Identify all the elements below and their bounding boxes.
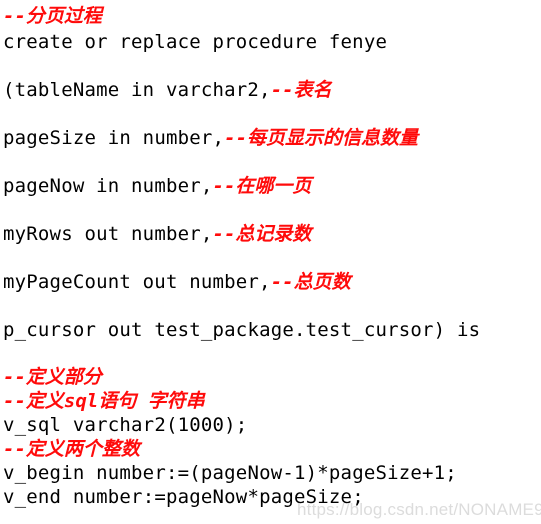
code-line: (tableName in varchar2,--表名 <box>3 79 332 101</box>
code-token-identifier: p_cursor <box>3 319 108 341</box>
code-line: v_sql varchar2(1000); <box>3 414 247 436</box>
code-token-identifier: (1000); <box>165 414 248 436</box>
code-token-identifier: v_sql <box>3 414 73 436</box>
code-token-keyword: out number, <box>142 271 271 293</box>
code-token-comment: --总页数 <box>270 271 351 293</box>
code-token-keyword: create or replace proc <box>3 31 260 53</box>
code-line: --定义两个整数 <box>3 438 140 460</box>
code-token-keyword: out <box>107 319 155 341</box>
code-token-comment: --在哪一页 <box>212 175 312 197</box>
code-line: p_cursor out test_package.test_cursor) i… <box>3 319 480 341</box>
code-token-identifier: pageSize <box>3 127 108 149</box>
code-token-identifier: :=(pageNow-1)*pageSize+1; <box>165 462 457 484</box>
code-line: myRows out number,--总记录数 <box>3 223 311 245</box>
code-token-identifier: v_begin <box>3 462 97 484</box>
code-token-identifier: test_package.test_cursor) <box>154 319 457 341</box>
code-token-comment: --表名 <box>270 79 332 101</box>
code-token-comment: --总记录数 <box>212 223 312 245</box>
code-line: --分页过程 <box>3 5 102 27</box>
code-token-identifier: pageNow <box>3 175 97 197</box>
code-token-keyword: out number, <box>84 223 213 245</box>
code-token-keyword: in number, <box>96 175 213 197</box>
code-line: --定义部分 <box>3 366 102 388</box>
code-line: create or replace procedure fenye <box>3 31 387 53</box>
code-token-keyword: varchar2 <box>72 414 166 436</box>
code-token-keyword: in number, <box>107 127 225 149</box>
watermark-text: https://blog.csdn.net/NONAME999 <box>297 500 541 519</box>
code-token-comment: --定义两个整数 <box>3 438 140 460</box>
code-line: pageSize in number,--每页显示的信息数量 <box>3 127 418 149</box>
code-token-comment: --分页过程 <box>3 5 102 27</box>
code-line: myPageCount out number,--总页数 <box>3 271 351 293</box>
code-token-comment: --定义部分 <box>3 366 102 388</box>
code-token-keyword: number <box>72 486 143 508</box>
code-line: pageNow in number,--在哪一页 <box>3 175 311 197</box>
code-token-comment: --每页显示的信息数量 <box>224 127 419 149</box>
code-token-keyword: is <box>456 319 481 341</box>
code-token-identifier: (tableName <box>3 79 132 101</box>
code-token-identifier: fenye <box>328 31 388 53</box>
code-token-keyword: in varchar2, <box>131 79 271 101</box>
code-token-comment: --定义sql语句 字符串 <box>3 390 205 412</box>
code-token-identifier: v_end <box>3 486 73 508</box>
code-listing: --分页过程 create or replace procedure fenye (… <box>0 0 541 524</box>
code-token-keyword: edure <box>259 31 329 53</box>
code-line: --定义sql语句 字符串 <box>3 390 205 412</box>
code-token-keyword: number <box>96 462 166 484</box>
code-token-identifier: myPageCount <box>3 271 143 293</box>
code-line: v_begin number:=(pageNow-1)*pageSize+1; <box>3 462 457 484</box>
code-token-identifier: myRows <box>3 223 85 245</box>
